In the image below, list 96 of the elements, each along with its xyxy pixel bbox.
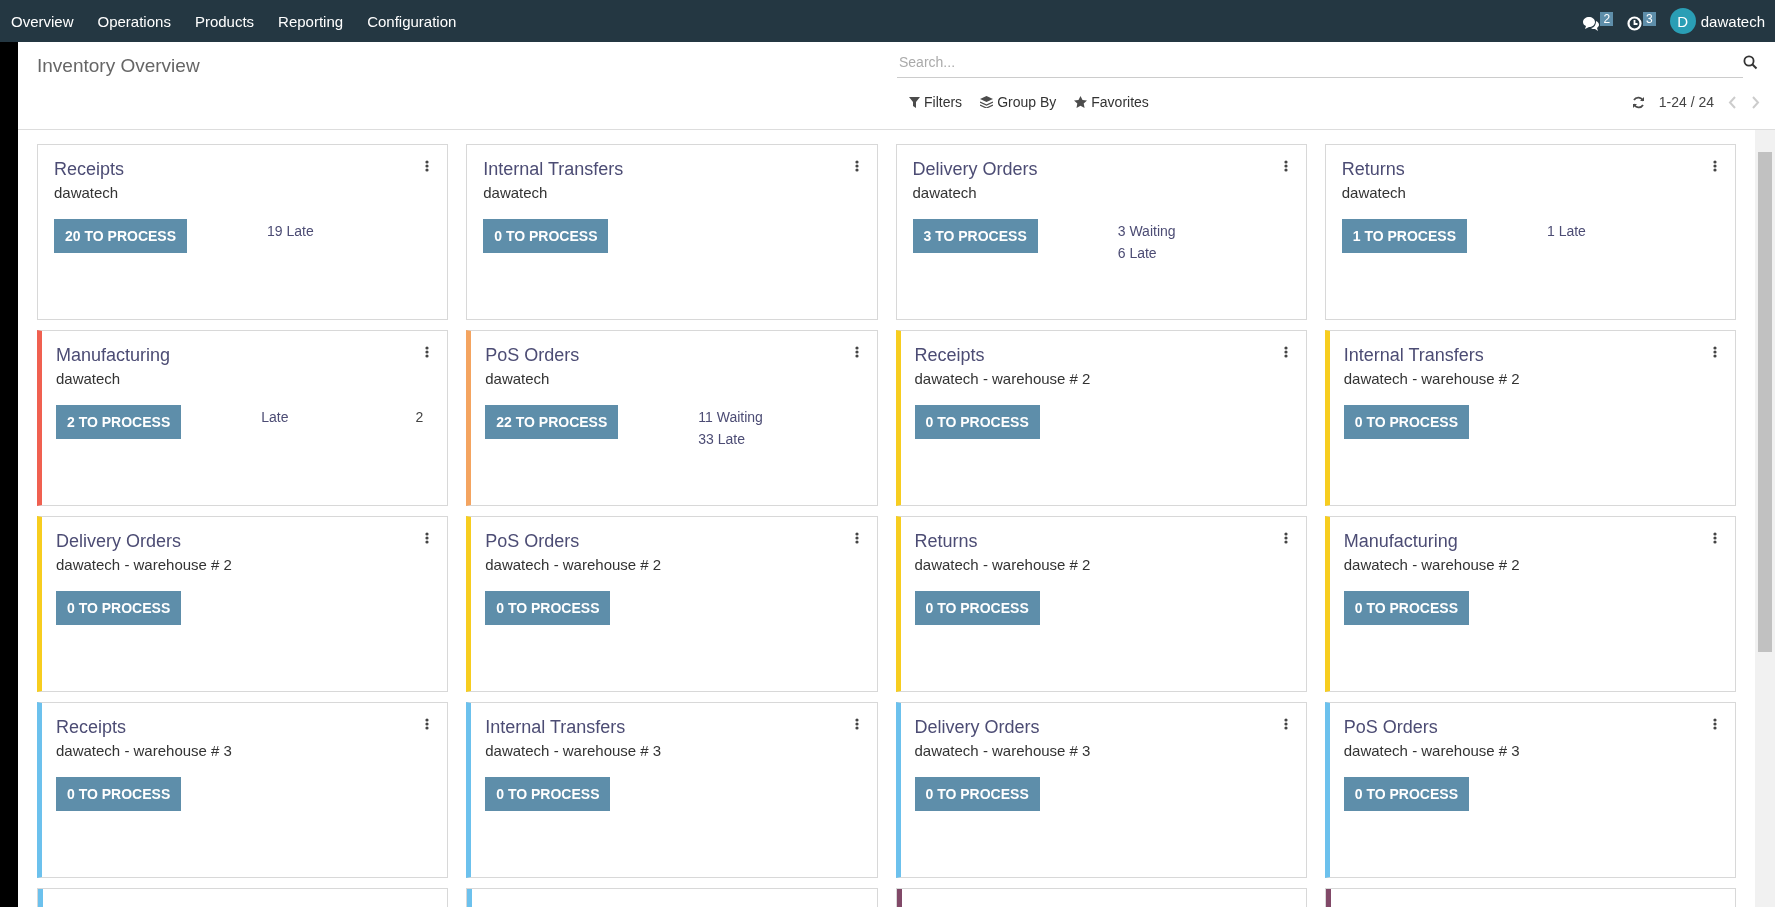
search-icon [1743,54,1758,70]
status-link[interactable]: 19 Late [267,223,314,239]
to-process-button[interactable]: 2 TO PROCESS [56,405,182,439]
layers-icon [980,96,994,108]
card-title[interactable]: Returns [1341,159,1406,180]
status-link[interactable]: 11 Waiting [698,409,763,425]
menu-item[interactable]: Operations [86,12,184,30]
avatar: D [1669,8,1696,34]
clock-icon [1627,15,1643,31]
card-subtitle: dawatech - warehouse # 2 [914,370,1091,387]
card-subtitle: dawatech - warehouse # 3 [1343,742,1520,759]
card-title[interactable]: Internal Transfers [483,159,624,180]
card-subtitle: dawatech - warehouse # 2 [914,556,1091,573]
to-process-button[interactable]: 0 TO PROCESS [1343,777,1469,811]
card-title[interactable]: PoS Orders [485,345,580,366]
status-link[interactable]: 1 Late [1546,223,1586,239]
card-title[interactable]: PoS Orders [485,531,662,552]
card-title[interactable]: Receipts [56,717,232,738]
card-subtitle: dawatech - warehouse # 2 [1343,370,1520,387]
to-process-button[interactable]: 0 TO PROCESS [485,777,611,811]
scrollbar[interactable] [1755,130,1775,907]
card-title[interactable]: Receipts [54,159,125,180]
card-title[interactable]: Receipts [914,345,1091,366]
more-options-icon[interactable] [854,532,859,544]
menu-item[interactable]: Overview [0,12,87,30]
more-options-icon[interactable] [425,346,430,358]
card-subtitle: dawatech [485,370,551,387]
filter-menu-button[interactable]: Group By [980,94,1057,110]
to-process-button[interactable]: 0 TO PROCESS [914,591,1040,625]
more-options-icon[interactable] [1283,532,1288,544]
status-link[interactable]: Late [261,409,289,425]
to-process-button[interactable]: 20 TO PROCESS [54,219,187,253]
card-title[interactable]: Returns [914,531,1091,552]
page-title: Inventory Overview [37,55,200,77]
menu-item[interactable]: Reporting [267,12,357,30]
pager-value[interactable]: 1-24 / 24 [1658,94,1714,110]
count-badge: 2 [1600,11,1614,26]
to-process-button[interactable]: 0 TO PROCESS [1343,405,1469,439]
card-subtitle: dawatech - warehouse # 3 [914,742,1091,759]
card-title[interactable]: Delivery Orders [912,159,1038,180]
status-link[interactable]: 33 Late [698,431,745,447]
card-title[interactable]: Internal Transfers [1343,345,1520,366]
more-options-icon[interactable] [1713,160,1717,172]
card-subtitle: dawatech - warehouse # 3 [56,742,232,759]
to-process-button[interactable]: 1 TO PROCESS [1341,219,1467,253]
filter-menu-button[interactable]: Filters [909,94,963,110]
to-process-button[interactable]: 0 TO PROCESS [914,777,1040,811]
card-subtitle: dawatech [912,184,978,201]
menu-item[interactable]: Configuration [356,12,470,30]
more-options-icon[interactable] [425,718,430,730]
menu-item[interactable]: Products [183,12,268,30]
to-process-button[interactable]: 0 TO PROCESS [914,405,1040,439]
to-process-button[interactable]: 0 TO PROCESS [1343,591,1469,625]
card-title[interactable]: Manufacturing [56,345,171,366]
more-options-icon[interactable] [1713,532,1717,544]
to-process-button[interactable]: 22 TO PROCESS [485,405,619,439]
more-options-icon[interactable] [425,532,430,544]
messages-button[interactable]: 2 [1582,11,1614,31]
user-menu[interactable]: D dawatech [1669,8,1765,34]
more-options-icon[interactable] [1283,718,1288,730]
activities-button[interactable]: 3 [1627,11,1656,31]
card-subtitle: dawatech - warehouse # 3 [485,742,662,759]
more-options-icon[interactable] [1713,718,1717,730]
more-options-icon[interactable] [854,718,859,730]
card-title[interactable]: Delivery Orders [914,717,1091,738]
refresh-icon[interactable] [1631,95,1645,109]
more-options-icon[interactable] [1713,346,1717,358]
card-subtitle: dawatech [483,184,549,201]
status-link[interactable]: 6 Late [1117,245,1157,261]
to-process-button[interactable]: 0 TO PROCESS [56,777,182,811]
card-subtitle: dawatech [1341,184,1406,201]
filter-menu-button[interactable]: Favorites [1074,94,1149,110]
card-subtitle: dawatech - warehouse # 2 [56,556,232,573]
to-process-button[interactable]: 0 TO PROCESS [485,591,611,625]
more-options-icon[interactable] [854,346,859,358]
card-subtitle: dawatech [54,184,120,201]
chat-bubbles-icon [1582,15,1600,31]
to-process-button[interactable]: 0 TO PROCESS [483,219,609,253]
card-title[interactable]: PoS Orders [1343,717,1520,738]
more-options-icon[interactable] [1283,346,1288,358]
more-options-icon[interactable] [425,160,430,172]
card-subtitle: dawatech - warehouse # 2 [1343,556,1520,573]
count-value: 2 [415,409,424,425]
status-link[interactable]: 3 Waiting [1117,223,1176,239]
card-subtitle: dawatech [56,370,122,387]
card-subtitle: dawatech - warehouse # 2 [485,556,662,573]
to-process-button[interactable]: 3 TO PROCESS [912,219,1038,253]
to-process-button[interactable]: 0 TO PROCESS [56,591,182,625]
count-badge: 3 [1643,11,1656,26]
card-title[interactable]: Delivery Orders [56,531,232,552]
card-title[interactable]: Manufacturing [1343,531,1520,552]
funnel-icon [909,96,920,108]
star-icon [1074,96,1088,108]
more-options-icon[interactable] [1283,160,1288,172]
card-title[interactable]: Internal Transfers [485,717,662,738]
more-options-icon[interactable] [854,160,859,172]
